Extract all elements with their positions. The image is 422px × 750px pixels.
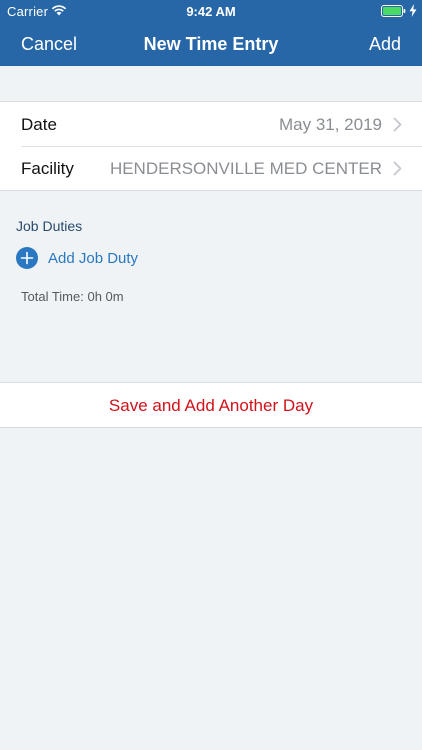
facility-row[interactable]: Facility HENDERSONVILLE MED CENTER bbox=[0, 146, 422, 190]
chevron-right-icon bbox=[393, 117, 402, 132]
status-time: 9:42 AM bbox=[186, 4, 236, 19]
add-button[interactable]: Add bbox=[369, 34, 401, 55]
job-duties-heading: Job Duties bbox=[16, 218, 83, 234]
save-and-add-another-day-button[interactable]: Save and Add Another Day bbox=[0, 382, 422, 428]
entry-form: Date May 31, 2019 Facility HENDERSONVILL… bbox=[0, 101, 422, 191]
screen: Carrier 9:42 AM Cancel New Time Entry Ad… bbox=[0, 0, 422, 750]
page-title: New Time Entry bbox=[143, 34, 279, 54]
total-time-label: Total Time: 0h 0m bbox=[21, 289, 124, 304]
date-value: May 31, 2019 bbox=[278, 115, 382, 134]
status-bar: Carrier 9:42 AM bbox=[0, 0, 422, 22]
date-label: Date bbox=[21, 115, 57, 134]
navigation-bar: Cancel New Time Entry Add bbox=[0, 22, 422, 66]
facility-label: Facility bbox=[21, 159, 74, 178]
battery-icon bbox=[381, 5, 406, 17]
facility-value: HENDERSONVILLE MED CENTER bbox=[109, 159, 382, 178]
plus-circle-icon bbox=[16, 247, 38, 269]
date-row[interactable]: Date May 31, 2019 bbox=[0, 102, 422, 146]
charging-bolt-icon bbox=[409, 4, 417, 17]
save-and-add-another-day-label: Save and Add Another Day bbox=[108, 396, 314, 415]
header: Carrier 9:42 AM Cancel New Time Entry Ad… bbox=[0, 0, 422, 66]
add-job-duty-label: Add Job Duty bbox=[48, 250, 139, 267]
chevron-right-icon bbox=[393, 161, 402, 176]
